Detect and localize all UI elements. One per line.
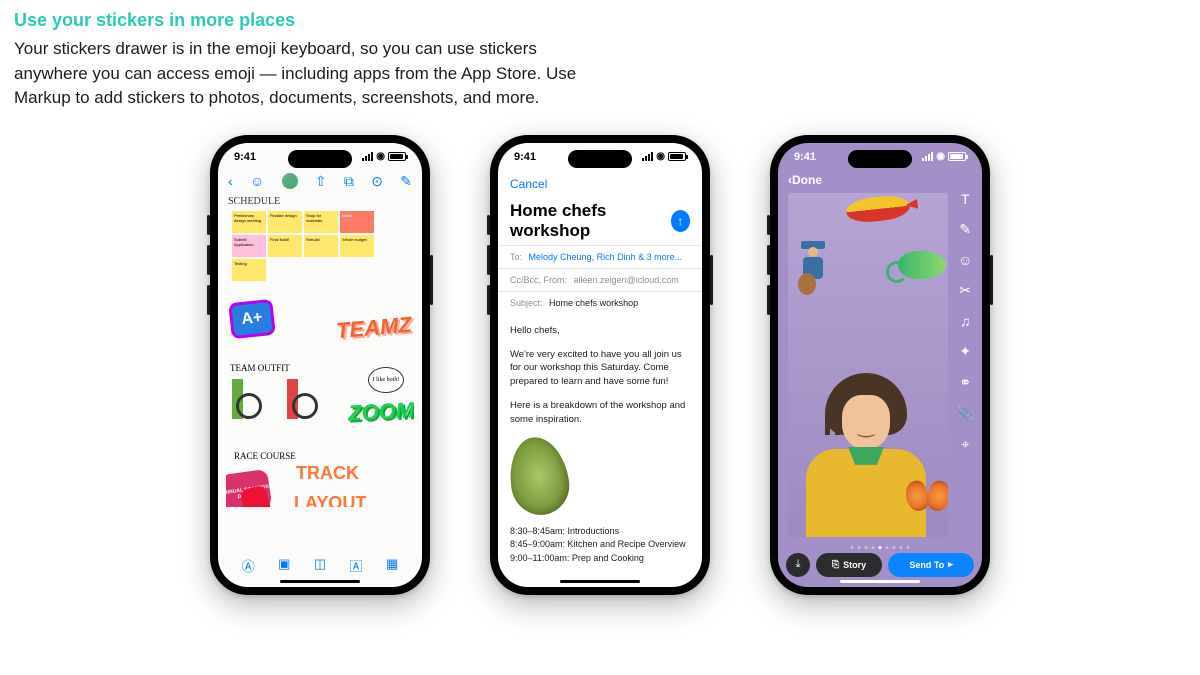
aplus-sticker[interactable]: A+ <box>228 299 276 339</box>
share-icon[interactable]: ⇧ <box>315 173 327 190</box>
arrow-right-icon: ▸ <box>948 559 953 570</box>
dynamic-island <box>568 150 632 168</box>
blimp-sticker[interactable] <box>845 194 911 225</box>
wifi-icon: ◉ <box>376 151 385 162</box>
battery-icon <box>948 152 966 161</box>
phone-editor: 9:41 ◉ ‹ Done <box>770 135 990 595</box>
status-time: 9:41 <box>514 151 536 163</box>
dynamic-island <box>848 150 912 168</box>
butterfly-sticker[interactable] <box>906 481 948 517</box>
schedule-line: 8:30–8:45am: Introductions <box>510 525 690 539</box>
mail-body[interactable]: Hello chefs, We're very excited to have … <box>498 314 702 575</box>
send-button[interactable]: ↑ <box>671 210 690 232</box>
paragraph: We're very excited to have you all join … <box>510 348 690 389</box>
greeting: Hello chefs, <box>510 324 690 338</box>
vegetable-sticker[interactable] <box>505 433 573 518</box>
marker-tool-icon[interactable]: Ⓐ <box>242 556 255 575</box>
shape-tool-icon[interactable]: ◫ <box>314 556 326 575</box>
sticky-note[interactable]: Shop for materials <box>304 211 338 233</box>
story-icon: ⎘ <box>832 559 839 570</box>
section-heading: Use your stickers in more places <box>14 10 1186 31</box>
phone-whiteboard: 9:41 ◉ ‹ ☺ ⇧ ⧉ ⊙ ✎ SCHEDULE Preliminary … <box>210 135 430 595</box>
outfit-label: TEAM OUTFIT <box>230 363 290 373</box>
text-tool-icon[interactable]: T <box>961 191 970 207</box>
text-tool-icon[interactable]: 🄰 <box>350 556 363 575</box>
cancel-button[interactable]: Cancel <box>510 177 547 191</box>
attach-tool-icon[interactable]: 📎 <box>957 405 974 422</box>
wifi-icon: ◉ <box>936 151 945 162</box>
cut-tool-icon[interactable]: ✂ <box>959 282 971 299</box>
location-tool-icon[interactable]: ⌖ <box>961 436 969 453</box>
mail-title: Home chefs workshop <box>510 201 671 241</box>
editor-canvas[interactable] <box>788 193 948 537</box>
back-icon[interactable]: ‹ <box>228 173 233 189</box>
sticky-tool-icon[interactable]: ▣ <box>278 556 290 575</box>
schedule-line: 8:45–9:00am: Kitchen and Recipe Overview <box>510 538 690 552</box>
whiteboard-top-toolbar: ‹ ☺ ⇧ ⧉ ⊙ ✎ <box>218 171 422 192</box>
sticky-note[interactable]: Preliminary design meeting <box>232 211 266 233</box>
media-tool-icon[interactable]: ▦ <box>386 556 398 575</box>
sticky-note[interactable]: Rebuild <box>304 235 338 257</box>
section-description: Your stickers drawer is in the emoji key… <box>14 37 594 111</box>
sticky-note[interactable]: Final build! <box>268 235 302 257</box>
signal-icon <box>922 152 933 161</box>
draw-tool-icon[interactable]: ✎ <box>959 221 971 238</box>
cc-field[interactable]: Cc/Bcc, From: aileen.zeigen@icloud.com <box>498 268 702 291</box>
send-to-button[interactable]: Send To ▸ <box>888 553 974 577</box>
sparkle-tool-icon[interactable]: ✦ <box>959 343 971 360</box>
status-time: 9:41 <box>234 151 256 163</box>
sticky-note[interactable]: Testing <box>232 259 266 281</box>
to-field[interactable]: To: Melody Cheung, Rich Dinh & 3 more... <box>498 245 702 268</box>
copy-icon[interactable]: ⧉ <box>344 173 354 190</box>
wifi-icon: ◉ <box>656 151 665 162</box>
home-indicator[interactable] <box>280 580 360 583</box>
editor-tool-column: T ✎ ☺ ✂ ♫ ✦ ⚭ 📎 ⌖ <box>957 191 974 453</box>
avatar[interactable] <box>282 173 298 189</box>
layout-word: LAYOUT <box>294 493 366 507</box>
smile-icon[interactable]: ☺ <box>250 173 264 189</box>
battery-icon <box>668 152 686 161</box>
battery-icon <box>388 152 406 161</box>
status-time: 9:41 <box>794 151 816 163</box>
sticky-note[interactable]: Whole budget <box>340 235 374 257</box>
story-button[interactable]: ⎘ Story <box>816 553 882 577</box>
sticky-note[interactable]: Finalize design <box>268 211 302 233</box>
music-tool-icon[interactable]: ♫ <box>960 313 971 329</box>
signal-icon <box>362 152 373 161</box>
race-label: RACE COURSE <box>234 451 296 461</box>
download-button[interactable]: ⤓ <box>786 553 810 577</box>
done-button[interactable]: Done <box>792 173 822 187</box>
subject-field[interactable]: Subject: Home chefs workshop <box>498 291 702 314</box>
paragraph: Here is a breakdown of the workshop and … <box>510 399 690 427</box>
whiteboard-bottom-toolbar: Ⓐ ▣ ◫ 🄰 ▦ <box>218 556 422 575</box>
sticky-note[interactable]: Submit Application <box>232 235 266 257</box>
bike-sketch <box>232 379 342 419</box>
teamz-sticker[interactable]: TEAMZ <box>335 312 413 345</box>
signal-icon <box>642 152 653 161</box>
page-dots <box>851 546 910 549</box>
home-indicator[interactable] <box>840 580 920 583</box>
phone-mail: 9:41 ◉ Cancel Home chefs workshop ↑ To: … <box>490 135 710 595</box>
home-indicator[interactable] <box>560 580 640 583</box>
speech-bubble: I like both! <box>368 367 404 393</box>
link-tool-icon[interactable]: ⚭ <box>959 374 971 391</box>
zoom-sticker[interactable]: ZOOM <box>347 397 414 426</box>
more-icon[interactable]: ⊙ <box>371 173 383 190</box>
dynamic-island <box>288 150 352 168</box>
track-word: TRACK <box>296 463 359 484</box>
compose-icon[interactable]: ✎ <box>400 173 412 190</box>
chameleon-sticker[interactable] <box>898 251 946 279</box>
guitarist-sticker[interactable] <box>792 241 834 303</box>
schedule-line: 9:00–11:00am: Prep and Cooking <box>510 552 690 566</box>
sticky-grid: Preliminary design meeting Finalize desi… <box>218 211 422 281</box>
schedule-title: SCHEDULE <box>218 192 422 211</box>
phone-gallery: 9:41 ◉ ‹ ☺ ⇧ ⧉ ⊙ ✎ SCHEDULE Preliminary … <box>14 135 1186 595</box>
sticky-note[interactable]: Notes <box>340 211 374 233</box>
sticker-tool-icon[interactable]: ☺ <box>958 252 972 268</box>
